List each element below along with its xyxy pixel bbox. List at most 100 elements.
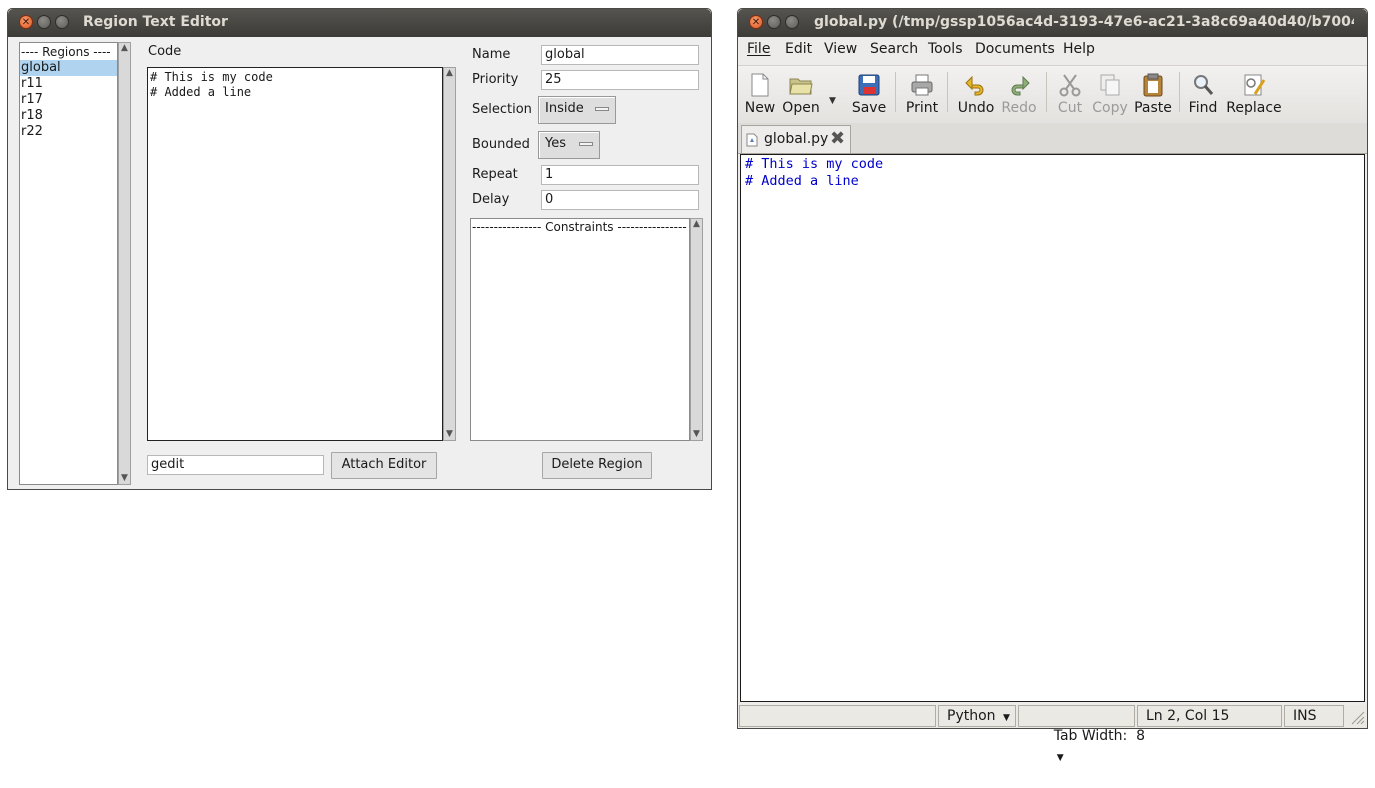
new-button[interactable]: New <box>744 72 776 116</box>
tab-close-icon[interactable]: ✖ <box>830 128 845 149</box>
scroll-up-icon[interactable]: ▲ <box>119 43 130 54</box>
bounded-label: Bounded <box>472 137 530 152</box>
menu-tools[interactable]: Tools <box>928 41 963 57</box>
menu-search[interactable]: Search <box>870 41 918 57</box>
region-list-item[interactable]: r22 <box>20 124 117 140</box>
title-bar: ✕ global.py (/tmp/gssp1056ac4d-3193-47e6… <box>738 9 1367 37</box>
scroll-up-icon[interactable]: ▲ <box>691 219 702 230</box>
scroll-up-icon[interactable]: ▲ <box>444 68 455 79</box>
menu-help[interactable]: Help <box>1063 41 1095 57</box>
priority-input[interactable]: 25 <box>541 70 699 90</box>
region-list-item[interactable]: r17 <box>20 92 117 108</box>
new-document-icon <box>747 72 773 98</box>
editor-command-input[interactable]: gedit <box>147 455 324 475</box>
printer-icon <box>909 72 935 98</box>
maximize-icon[interactable] <box>785 15 799 29</box>
tab-global-py[interactable]: global.py ✖ <box>741 125 851 153</box>
delay-input[interactable]: 0 <box>541 190 699 210</box>
tab-width-selector[interactable]: Tab Width: 8 ▼ <box>1018 705 1145 763</box>
code-label: Code <box>148 44 182 59</box>
code-line-1: # This is my code <box>150 70 273 84</box>
regions-header: ---- Regions ---- <box>21 45 111 59</box>
toolbar-separator <box>1179 72 1180 112</box>
code-textarea[interactable]: # This is my code # Added a line <box>147 67 443 441</box>
constraints-header: ---------------- Constraints -----------… <box>472 220 687 234</box>
paste-button[interactable]: Paste <box>1134 72 1172 116</box>
menu-documents[interactable]: Documents <box>975 41 1055 57</box>
constraints-list[interactable]: ---------------- Constraints -----------… <box>470 218 690 441</box>
scroll-down-icon[interactable]: ▼ <box>691 429 702 440</box>
menu-edit[interactable]: Edit <box>785 41 812 57</box>
menu-file[interactable]: File <box>747 41 770 57</box>
tab-label: global.py <box>764 131 829 147</box>
redo-icon <box>1006 72 1032 98</box>
tab-strip: global.py ✖ <box>738 123 1367 154</box>
menu-bar: File Edit View Search Tools Documents He… <box>738 37 1367 64</box>
selection-value: Inside <box>545 101 584 116</box>
title-bar: ✕ Region Text Editor <box>8 9 711 37</box>
constraints-scrollbar[interactable]: ▲ ▼ <box>690 218 703 441</box>
window-title: global.py (/tmp/gssp1056ac4d-3193-47e6-a… <box>814 14 1354 30</box>
regions-scrollbar[interactable]: ▲ ▼ <box>118 42 131 485</box>
maximize-icon[interactable] <box>55 15 69 29</box>
clipboard-icon <box>1140 72 1166 98</box>
dropdown-arrow-icon: ▼ <box>1056 753 1064 763</box>
find-replace-icon <box>1241 72 1267 98</box>
region-list-item[interactable]: r18 <box>20 108 117 124</box>
delay-label: Delay <box>472 192 510 207</box>
code-line-2: # Added a line <box>150 85 252 99</box>
insert-mode: INS <box>1284 705 1344 727</box>
toolbar-separator <box>895 72 896 112</box>
editor-line-2: # Added a line <box>745 173 859 189</box>
editor-line-1: # This is my code <box>745 156 884 172</box>
gedit-window: ✕ global.py (/tmp/gssp1056ac4d-3193-47e6… <box>737 8 1368 763</box>
toolbar-separator <box>1046 72 1047 112</box>
save-button[interactable]: Save <box>851 72 887 116</box>
bounded-menubutton[interactable]: Yes <box>538 131 600 159</box>
resize-grip-icon[interactable] <box>1349 709 1365 725</box>
open-button[interactable]: Open <box>782 72 820 116</box>
redo-button[interactable]: Redo <box>1000 72 1038 116</box>
menu-indicator-icon <box>595 107 609 111</box>
magnifier-icon <box>1190 72 1216 98</box>
cut-button[interactable]: Cut <box>1054 72 1086 116</box>
open-dropdown-icon[interactable]: ▼ <box>829 96 836 106</box>
close-icon[interactable]: ✕ <box>749 15 763 29</box>
language-selector[interactable]: Python ▼ <box>938 705 1016 727</box>
minimize-icon[interactable] <box>37 15 51 29</box>
region-list-item[interactable]: global <box>20 60 117 76</box>
toolbar: New Open ▼ Save Print Undo Redo Cut Copy… <box>738 65 1367 124</box>
region-list-item[interactable]: r11 <box>20 76 117 92</box>
minimize-icon[interactable] <box>767 15 781 29</box>
scroll-down-icon[interactable]: ▼ <box>119 473 130 484</box>
code-scrollbar[interactable]: ▲ ▼ <box>443 67 456 441</box>
regions-list[interactable]: ---- Regions ---- global r11 r17 r18 r22 <box>19 42 118 485</box>
copy-button[interactable]: Copy <box>1090 72 1130 116</box>
scissors-icon <box>1057 72 1083 98</box>
name-label: Name <box>472 47 511 62</box>
find-button[interactable]: Find <box>1187 72 1219 116</box>
replace-button[interactable]: Replace <box>1226 72 1282 116</box>
undo-icon <box>963 72 989 98</box>
name-input[interactable]: global <box>541 45 699 65</box>
repeat-input[interactable]: 1 <box>541 165 699 185</box>
attach-editor-button[interactable]: Attach Editor <box>331 452 437 479</box>
python-file-icon <box>746 133 758 147</box>
folder-open-icon <box>788 72 814 98</box>
cursor-position: Ln 2, Col 15 <box>1137 705 1282 727</box>
print-button[interactable]: Print <box>904 72 940 116</box>
undo-button[interactable]: Undo <box>956 72 996 116</box>
status-message <box>739 705 936 727</box>
repeat-label: Repeat <box>472 167 518 182</box>
toolbar-separator <box>947 72 948 112</box>
priority-label: Priority <box>472 72 519 87</box>
editor-text-view[interactable]: # This is my code # Added a line <box>740 154 1365 702</box>
delete-region-button[interactable]: Delete Region <box>542 452 652 479</box>
scroll-down-icon[interactable]: ▼ <box>444 429 455 440</box>
window-title: Region Text Editor <box>83 14 228 30</box>
menu-view[interactable]: View <box>824 41 857 57</box>
status-bar: Python ▼ Tab Width: 8 ▼ Ln 2, Col 15 INS <box>738 705 1367 763</box>
close-icon[interactable]: ✕ <box>19 15 33 29</box>
selection-menubutton[interactable]: Inside <box>538 96 616 124</box>
floppy-disk-icon <box>856 72 882 98</box>
